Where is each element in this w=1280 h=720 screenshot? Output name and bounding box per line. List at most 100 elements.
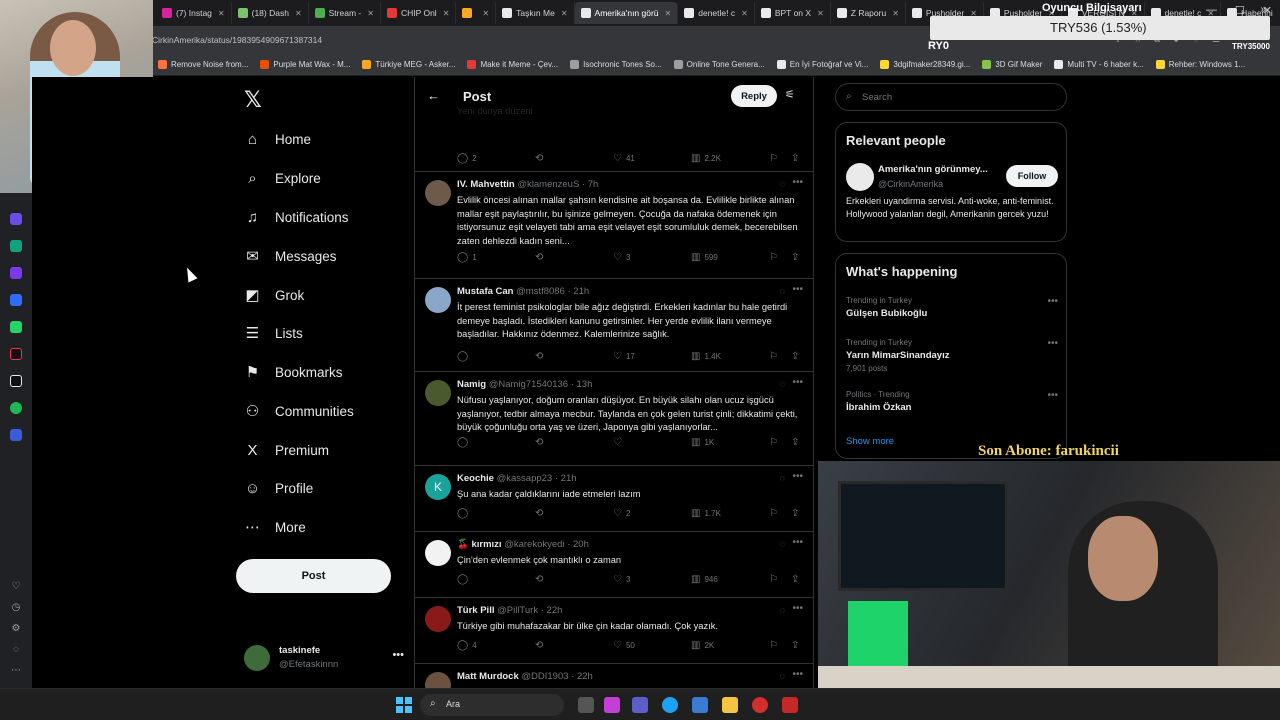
tab-close-icon[interactable]: ✕ bbox=[482, 9, 489, 18]
tweet-author-handle[interactable]: @Namig71540136 bbox=[489, 379, 568, 390]
like-action[interactable]: ♡ 3 bbox=[613, 574, 630, 585]
like-action[interactable]: ♡ 3 bbox=[613, 252, 630, 263]
nav-item-bookmarks[interactable]: ⚑ Bookmarks bbox=[244, 360, 343, 384]
share-action[interactable]: ⇪ bbox=[791, 640, 799, 651]
avatar[interactable] bbox=[425, 540, 451, 566]
tweet-time[interactable]: · 13h bbox=[571, 379, 593, 390]
share-action[interactable]: ⇪ bbox=[791, 508, 799, 519]
account-switcher[interactable]: taskinefe @Efetaskinnn ••• bbox=[244, 643, 404, 673]
taskbar-search-input[interactable]: ⌕ Ara bbox=[420, 694, 564, 716]
browser-tab[interactable]: Stream - ✕ bbox=[309, 2, 381, 24]
relevant-person-name[interactable]: Amerika'nın görünmey... bbox=[878, 164, 988, 175]
bookmarks-overflow-icon[interactable]: » bbox=[1260, 4, 1266, 15]
task-view-icon[interactable] bbox=[578, 697, 594, 713]
opera-icon[interactable] bbox=[752, 697, 768, 713]
tweet[interactable]: Namig @Namig71540136 · 13h ◌ ••• Nüfusu yaş… bbox=[415, 372, 813, 466]
tweet-more-icon[interactable]: ••• bbox=[792, 537, 803, 548]
tweet-author-handle[interactable]: @kassapp23 bbox=[497, 473, 553, 484]
nav-item-more[interactable]: ⋯ More bbox=[244, 515, 306, 539]
reply-action[interactable]: ◯ bbox=[457, 351, 472, 362]
follow-button[interactable]: Follow bbox=[1006, 165, 1058, 187]
bookmark-action[interactable]: ⚐ bbox=[769, 508, 778, 519]
tweet-author-name[interactable]: 🍒 kırmızı bbox=[457, 539, 502, 550]
relevant-person-handle[interactable]: @CirkinAmerika bbox=[878, 179, 943, 189]
tab-close-icon[interactable]: ✕ bbox=[817, 9, 824, 18]
bookmark-item[interactable]: 3D Gif Maker bbox=[982, 60, 1042, 69]
avatar[interactable] bbox=[425, 180, 451, 206]
like-action[interactable]: ♡ 41 bbox=[613, 153, 635, 164]
tab-close-icon[interactable]: ✕ bbox=[561, 9, 568, 18]
post-button[interactable]: Post bbox=[236, 559, 391, 593]
store-icon[interactable] bbox=[692, 697, 708, 713]
browser-tab[interactable]: (18) Dash ✕ bbox=[232, 2, 309, 24]
tweet-author-name[interactable]: Mustafa Can bbox=[457, 286, 513, 297]
whatsapp-icon[interactable] bbox=[10, 321, 22, 333]
grok-icon[interactable]: ◌ bbox=[780, 539, 785, 549]
tweet-time[interactable]: · 7h bbox=[582, 179, 598, 190]
bookmark-item[interactable]: Isochronic Tones So... bbox=[570, 60, 662, 69]
trend-item[interactable]: Trending in Turkey Yarın MimarSinandayız 7… bbox=[846, 338, 1058, 373]
like-action[interactable]: ♡ 2 bbox=[613, 508, 630, 519]
tab-close-icon[interactable]: ✕ bbox=[665, 9, 672, 18]
tweet-more-icon[interactable]: ••• bbox=[792, 177, 803, 188]
tweet-more-icon[interactable]: ••• bbox=[792, 377, 803, 388]
views-action[interactable]: ▥ 946 bbox=[691, 574, 718, 585]
trend-more-icon[interactable]: ••• bbox=[1047, 338, 1058, 349]
avatar[interactable] bbox=[846, 163, 874, 191]
browser-tab[interactable]: (7) Instag ✕ bbox=[156, 2, 232, 24]
trend-item[interactable]: Trending in Turkey Gülşen Bubikoğlu ••• bbox=[846, 296, 1058, 319]
browser-tab[interactable]: denetle! c ✕ bbox=[678, 2, 755, 24]
more-icon[interactable]: ⋯ bbox=[11, 665, 21, 676]
repost-action[interactable]: ⟲ bbox=[535, 351, 547, 362]
app-icon-9[interactable] bbox=[10, 429, 22, 441]
reply-action[interactable]: ◯ bbox=[457, 508, 472, 519]
back-arrow-icon[interactable]: ← bbox=[427, 88, 440, 103]
reply-action[interactable]: ◯ bbox=[457, 574, 472, 585]
grok-icon[interactable]: ◌ bbox=[780, 473, 785, 483]
nav-item-grok[interactable]: ◩ Grok bbox=[244, 283, 304, 307]
grok-icon[interactable]: ◌ bbox=[780, 379, 785, 389]
tweet-author-handle[interactable]: @karekokyedi bbox=[504, 539, 564, 550]
grok-icon[interactable]: ◌ bbox=[780, 179, 785, 189]
browser-tab[interactable]: CHIP Onl ✕ bbox=[381, 2, 457, 24]
bookmark-action[interactable]: ⚐ bbox=[769, 640, 778, 651]
repost-action[interactable]: ⟲ bbox=[535, 437, 547, 448]
browser-tab[interactable]: ✕ bbox=[456, 2, 497, 24]
tweet-author-handle[interactable]: @DDI1903 bbox=[521, 671, 568, 682]
history-icon[interactable]: ◷ bbox=[12, 602, 21, 613]
tweet-author-name[interactable]: Keochie bbox=[457, 473, 494, 484]
app-taskbar-icon[interactable] bbox=[782, 697, 798, 713]
share-action[interactable]: ⇪ bbox=[791, 351, 799, 362]
repost-action[interactable]: ⟲ bbox=[535, 574, 547, 585]
nav-item-lists[interactable]: ☰ Lists bbox=[244, 321, 303, 345]
edge-icon[interactable] bbox=[662, 697, 678, 713]
tweet-author-handle[interactable]: @klamenzeuS bbox=[517, 179, 579, 190]
tweet-time[interactable]: · 22h bbox=[571, 671, 593, 682]
nav-item-profile[interactable]: ☺ Profile bbox=[244, 476, 313, 500]
tweet[interactable]: K Keochie @kassapp23 · 21h ◌ ••• Şu ana kada… bbox=[415, 466, 813, 532]
views-action[interactable]: ▥ 1K bbox=[691, 437, 714, 448]
bookmark-item[interactable]: Make it Meme - Çev... bbox=[467, 60, 558, 69]
repost-action[interactable]: ⟲ bbox=[535, 640, 547, 651]
nav-item-messages[interactable]: ✉ Messages bbox=[244, 244, 336, 268]
teams-icon[interactable] bbox=[632, 697, 648, 713]
tweet-more-icon[interactable]: ••• bbox=[792, 471, 803, 482]
trend-more-icon[interactable]: ••• bbox=[1047, 390, 1058, 401]
nav-item-home[interactable]: ⌂ Home bbox=[244, 127, 311, 151]
tweet[interactable]: IV. Mahvettin @klamenzeuS · 7h ◌ ••• Evlili… bbox=[415, 172, 813, 279]
share-action[interactable]: ⇪ bbox=[791, 252, 799, 263]
reply-action[interactable]: ◯ 1 bbox=[457, 252, 477, 263]
repost-action[interactable]: ⟲ bbox=[535, 252, 547, 263]
tab-close-icon[interactable]: ✕ bbox=[741, 9, 748, 18]
tweet-more-icon[interactable]: ••• bbox=[792, 603, 803, 614]
copilot-icon[interactable] bbox=[604, 697, 620, 713]
tweet[interactable]: Mustafa Can @mstf8086 · 21h ◌ ••• İt perest… bbox=[415, 279, 813, 372]
nav-item-explore[interactable]: ⌕ Explore bbox=[244, 166, 320, 190]
avatar[interactable] bbox=[425, 380, 451, 406]
reply-action[interactable]: ◯ 4 bbox=[457, 640, 477, 651]
grok-icon[interactable]: ◌ bbox=[780, 286, 785, 296]
views-action[interactable]: ▥ 599 bbox=[691, 252, 718, 263]
tweet[interactable]: 🍒 kırmızı @karekokyedi · 20h ◌ ••• Çin'den … bbox=[415, 532, 813, 598]
bookmark-item[interactable]: En İyi Fotoğraf ve Vi... bbox=[776, 60, 868, 69]
tweet-author-handle[interactable]: @PillTurk bbox=[497, 605, 538, 616]
